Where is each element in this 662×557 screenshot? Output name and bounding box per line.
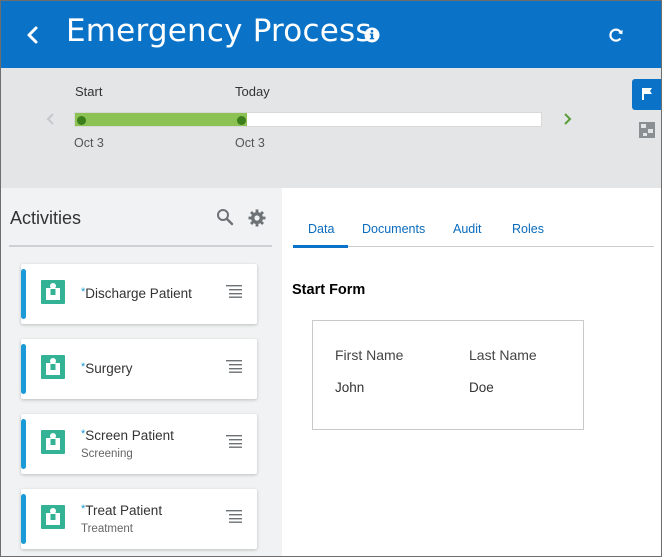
divider [9,245,272,247]
flag-icon[interactable] [632,79,661,110]
hamburger-menu-icon[interactable] [226,434,242,448]
activity-card-surgery[interactable]: *Surgery [21,339,257,399]
activity-name: *Screen Patient [81,428,174,443]
activity-card-treat-patient[interactable]: *Treat Patient Treatment [21,489,257,549]
header-bar: Emergency Process [1,1,661,68]
chevron-right-icon[interactable] [561,111,573,127]
activity-subtitle: Screening [81,448,133,460]
activities-panel: Activities *Discharge Patient *Surgery *… [1,188,282,556]
card-accent-bar [21,344,26,394]
timeline-today-label: Today [235,84,270,99]
timeline-start-label: Start [75,84,103,99]
timeline-track [74,112,542,127]
first-name-value: John [335,380,365,395]
info-icon[interactable] [364,27,380,43]
activity-card-screen-patient[interactable]: *Screen Patient Screening [21,414,257,474]
gear-icon[interactable] [248,209,266,227]
hamburger-menu-icon[interactable] [226,359,242,373]
refresh-icon[interactable] [606,25,626,45]
timeline-start-date: Oct 3 [74,136,104,150]
detail-panel: Data Documents Audit Roles Start Form Fi… [282,188,661,556]
activity-card-discharge-patient[interactable]: *Discharge Patient [21,264,257,324]
activity-icon [41,355,65,379]
timeline-start-marker[interactable] [77,116,86,125]
hamburger-menu-icon[interactable] [226,284,242,298]
app-window: Emergency Process Start Today Oct 3 Oct … [0,0,662,557]
map-icon[interactable] [637,120,657,140]
card-accent-bar [21,269,26,319]
timeline-progress-fill [75,113,248,126]
activity-icon [41,505,65,529]
search-icon[interactable] [216,208,234,226]
tab-roles[interactable]: Roles [512,222,544,236]
selected-tab-indicator [293,245,348,248]
timeline-today-date: Oct 3 [235,136,265,150]
activities-title: Activities [10,208,82,228]
first-name-label: First Name [335,347,404,363]
start-form: First Name Last Name John Doe [312,320,584,430]
card-accent-bar [21,419,26,469]
timeline-panel: Start Today Oct 3 Oct 3 [1,68,661,188]
activity-icon [41,430,65,454]
tab-data[interactable]: Data [308,222,334,236]
activity-name: *Treat Patient [81,503,163,518]
activity-name: *Discharge Patient [81,286,192,301]
activity-subtitle: Treatment [81,523,133,535]
form-title: Start Form [292,282,366,298]
tab-audit[interactable]: Audit [453,222,482,236]
activity-name: *Surgery [81,361,133,376]
timeline-today-marker[interactable] [237,116,246,125]
last-name-label: Last Name [469,347,537,363]
page-title: Emergency Process [66,13,372,49]
card-accent-bar [21,494,26,544]
activity-icon [41,280,65,304]
hamburger-menu-icon[interactable] [226,509,242,523]
chevron-left-icon[interactable] [19,21,47,49]
chevron-left-icon[interactable] [45,111,57,127]
last-name-value: Doe [469,380,494,395]
tab-documents[interactable]: Documents [362,222,425,236]
